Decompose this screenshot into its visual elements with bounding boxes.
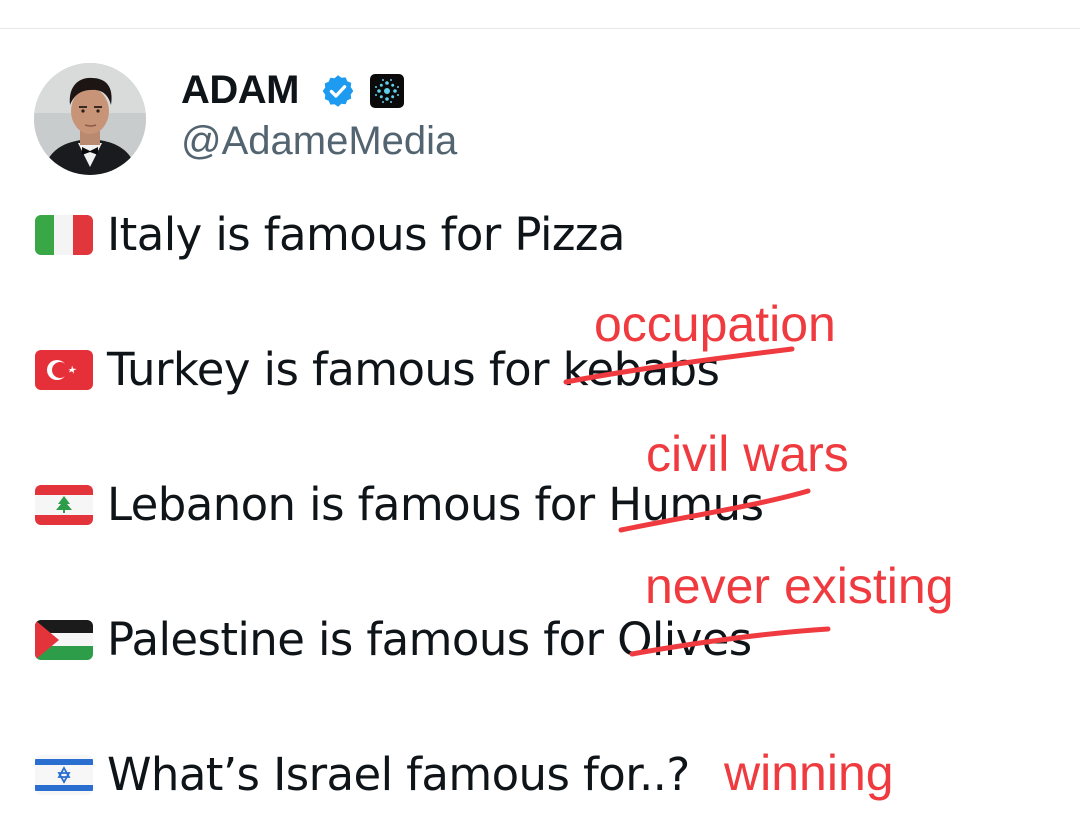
verified-badge-icon[interactable] [320,73,356,109]
annotation-occupation: occupation [594,296,836,352]
palestine-flag-icon [35,620,93,660]
turkey-flag-icon [35,350,93,390]
lebanon-flag-icon [35,485,93,525]
israel-flag-icon [35,755,93,795]
profile-photo [34,63,146,175]
tweet-line-israel: What’s Israel famous for..? [107,748,690,801]
annotation-winning: winning [724,745,894,801]
tweet-line-lebanon: Lebanon is famous for Humus [107,478,764,531]
author-handle[interactable]: @AdameMedia [181,118,457,164]
annotation-civil-wars: civil wars [646,426,849,482]
author-display-name[interactable]: ADAM [181,67,299,113]
annotation-never-existing: never existing [645,558,954,614]
tweet-line-palestine: Palestine is famous for Olives [107,613,752,666]
italy-flag-icon [35,215,93,255]
top-divider [0,28,1080,29]
avatar[interactable] [34,63,146,175]
tweet-line-italy: Italy is famous for Pizza [107,208,625,261]
strikethrough-marks [563,346,831,657]
affiliate-badge-icon[interactable] [370,74,404,108]
